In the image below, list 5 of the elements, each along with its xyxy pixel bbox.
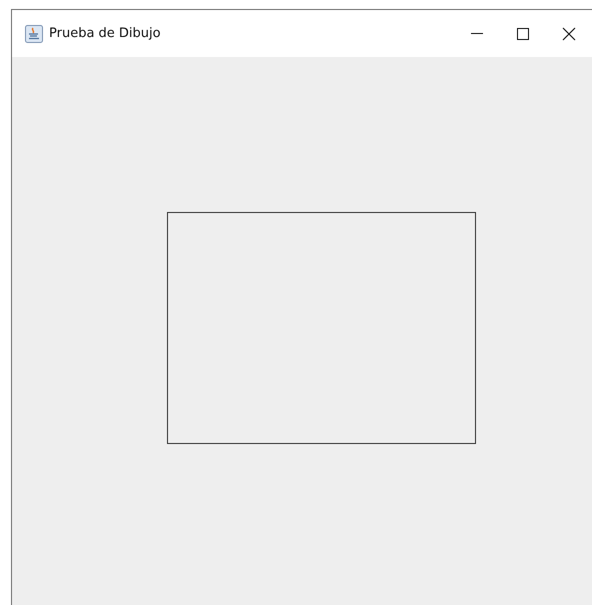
maximize-icon	[517, 28, 529, 40]
window-title: Prueba de Dibujo	[49, 26, 161, 41]
close-icon	[562, 26, 576, 40]
minimize-icon	[471, 33, 483, 34]
cup-icon	[25, 24, 43, 42]
